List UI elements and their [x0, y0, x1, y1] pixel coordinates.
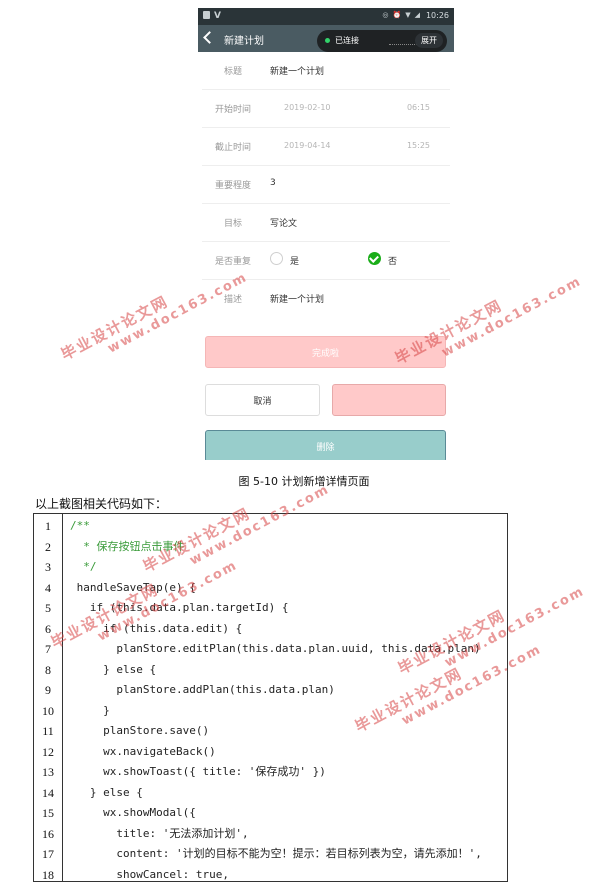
intro-text: 以上截图相关代码如下：: [35, 497, 168, 511]
status-letter: V: [214, 11, 221, 21]
repeat-no-radio[interactable]: [368, 252, 381, 265]
code-text: */: [70, 560, 97, 573]
field-label: 标题: [223, 67, 242, 77]
line-number: 11: [42, 724, 54, 738]
code-text: wx.showModal({: [70, 806, 196, 819]
code-text: showCancel: true,: [70, 867, 229, 881]
connection-status: 已连接: [335, 36, 359, 45]
importance-row[interactable]: 重要程度 3: [202, 166, 450, 204]
line-number: 16: [42, 826, 54, 841]
repeat-no-label[interactable]: 否: [388, 254, 397, 267]
start-time-picker[interactable]: 06:15: [407, 103, 430, 112]
alarm-icon: ⏰: [392, 11, 402, 19]
code-line: 2 * 保存按钮点击事件: [34, 537, 507, 558]
line-number: 9: [45, 683, 51, 697]
line-number: 5: [45, 601, 51, 615]
signal-icon: ◢: [414, 11, 420, 19]
delete-button[interactable]: 删除: [205, 430, 446, 460]
field-label: 目标: [223, 219, 242, 229]
field-label: 截止时间: [214, 143, 251, 153]
connection-capsule: 已连接 展开: [317, 30, 447, 52]
line-number: 18: [42, 867, 54, 882]
code-line: 16 title: '无法添加计划',: [34, 824, 507, 845]
code-text: } else {: [70, 785, 143, 799]
waveform-icon: [389, 38, 417, 45]
wifi-icon: ▼: [405, 11, 411, 19]
repeat-yes-label[interactable]: 是: [290, 254, 299, 267]
status-time: 10:26: [425, 11, 449, 20]
code-line: 14 } else {: [34, 783, 507, 804]
repeat-yes-radio[interactable]: [270, 252, 283, 265]
code-line: 15 wx.showModal({: [34, 803, 507, 824]
code-line: 11 planStore.save(): [34, 721, 507, 742]
title-row[interactable]: 标题 新建一个计划: [202, 52, 450, 90]
save-button[interactable]: [332, 384, 446, 416]
back-icon[interactable]: [203, 31, 216, 44]
target-picker[interactable]: 写论文: [270, 216, 297, 229]
code-line: 17 content: '计划的目标不能为空！提示：若目标列表为空，请先添加！'…: [34, 844, 507, 865]
page-title: 新建计划: [224, 36, 264, 47]
code-text: wx.showToast({ title: '保存成功' }): [70, 765, 326, 778]
line-number: 13: [42, 765, 54, 779]
title-input[interactable]: 新建一个计划: [270, 64, 324, 77]
line-number: 14: [42, 785, 54, 800]
target-row[interactable]: 目标 写论文: [202, 204, 450, 242]
status-icons: ◎ ⏰ ▼ ◢: [382, 11, 420, 19]
code-text: planStore.addPlan(this.data.plan): [70, 683, 335, 696]
end-time-row[interactable]: 截止时间 2019-04-14 15:25: [202, 128, 450, 166]
end-time-picker[interactable]: 15:25: [407, 141, 430, 150]
nfc-icon: ◎: [382, 11, 389, 19]
line-number: 12: [42, 744, 54, 759]
line-number: 4: [45, 580, 51, 595]
connected-dot-icon: [325, 38, 330, 43]
field-label: 开始时间: [214, 105, 251, 115]
start-date-picker[interactable]: 2019-02-10: [284, 103, 331, 112]
line-number: 8: [45, 662, 51, 677]
line-number: 17: [42, 847, 54, 861]
field-label: 重要程度: [214, 181, 251, 191]
line-number: 2: [45, 539, 51, 554]
gallery-icon: [203, 11, 210, 19]
code-text: } else {: [70, 662, 157, 676]
code-line: 3 */: [34, 557, 507, 578]
code-text: /**: [70, 519, 90, 532]
code-line: 18 showCancel: true,: [34, 865, 507, 882]
nav-bar: 新建计划 已连接 展开: [198, 25, 454, 52]
description-input[interactable]: 新建一个计划: [270, 292, 324, 305]
line-number: 3: [45, 560, 51, 574]
end-date-picker[interactable]: 2019-04-14: [284, 141, 331, 150]
code-text: content: '计划的目标不能为空！提示：若目标列表为空，请先添加！',: [70, 847, 482, 860]
cancel-button[interactable]: 取消: [205, 384, 320, 416]
line-number: 15: [42, 806, 54, 820]
start-time-row[interactable]: 开始时间 2019-02-10 06:15: [202, 90, 450, 128]
line-number: 1: [45, 519, 51, 533]
code-line: 4 handleSaveTap(e) {: [34, 578, 507, 599]
status-bar: V ◎ ⏰ ▼ ◢ 10:26: [198, 8, 454, 25]
importance-picker[interactable]: 3: [270, 178, 276, 188]
phone-screenshot: V ◎ ⏰ ▼ ◢ 10:26 新建计划 已连接 展开 标题 新建一个计划 开始…: [198, 8, 454, 460]
code-text: wx.navigateBack(): [70, 744, 216, 758]
code-line: 12 wx.navigateBack(): [34, 742, 507, 763]
code-text: }: [70, 703, 110, 717]
code-text: planStore.save(): [70, 724, 210, 737]
line-number: 10: [42, 703, 54, 718]
code-text: title: '无法添加计划',: [70, 826, 249, 840]
expand-button[interactable]: 展开: [415, 33, 443, 48]
code-line: 13 wx.showToast({ title: '保存成功' }): [34, 762, 507, 783]
